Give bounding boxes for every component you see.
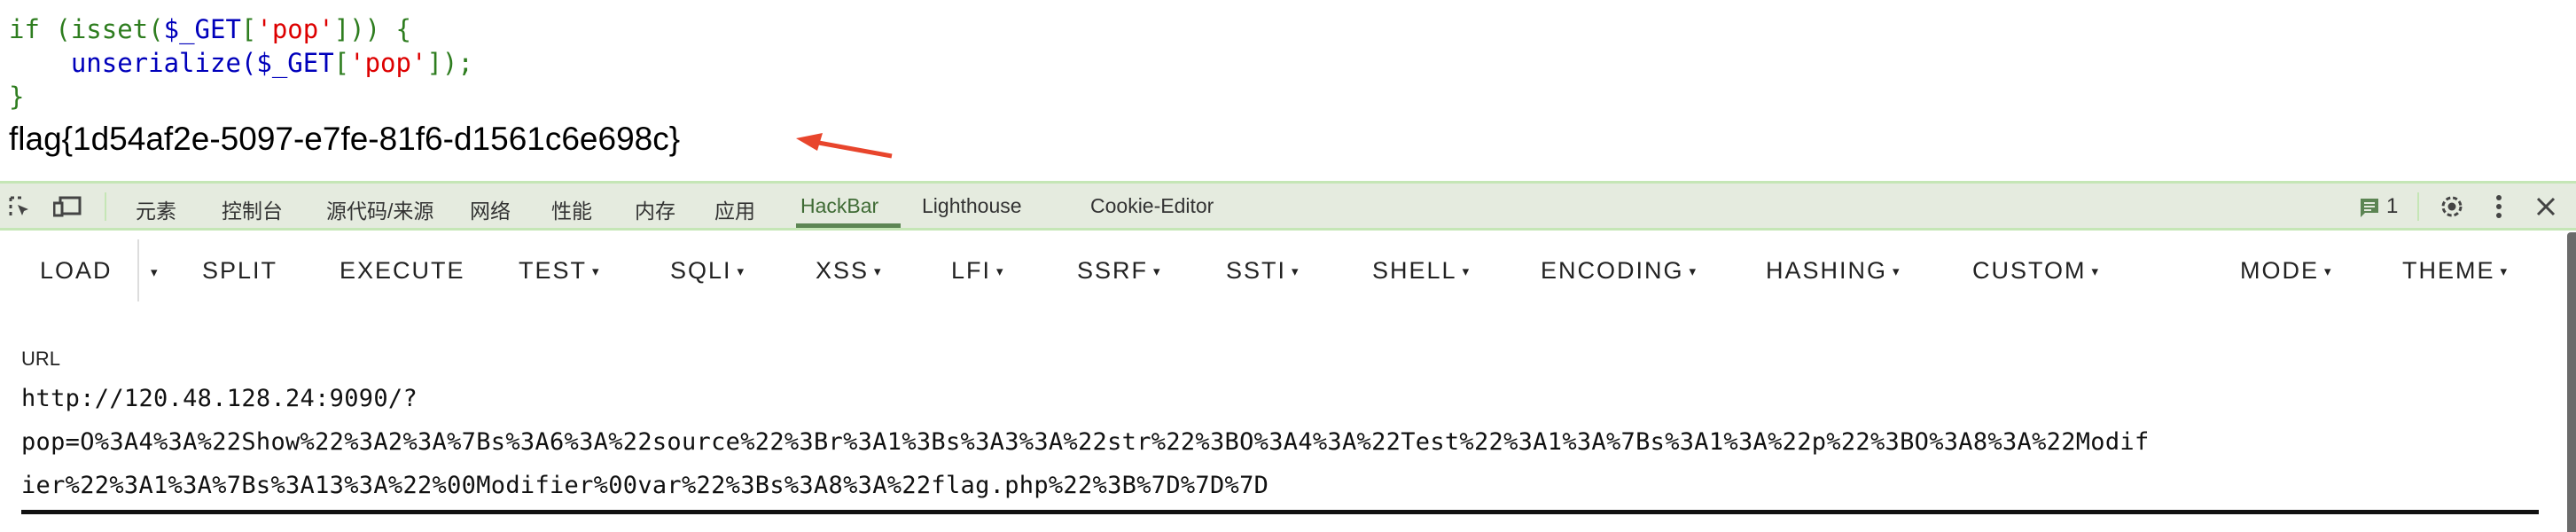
ssrf-label: SSRF bbox=[1077, 257, 1149, 284]
caret-down-icon: ▾ bbox=[592, 264, 599, 279]
code-line-3: } bbox=[9, 82, 25, 112]
code-string: 'pop' bbox=[256, 14, 334, 44]
url-line: http://120.48.128.24:9090/? bbox=[21, 385, 418, 412]
caret-down-icon: ▾ bbox=[1689, 264, 1697, 279]
caret-down-icon: ▾ bbox=[1292, 264, 1299, 279]
url-label: URL bbox=[21, 348, 61, 370]
caret-down-icon: ▾ bbox=[2091, 264, 2099, 279]
settings-gear-icon[interactable] bbox=[2438, 192, 2466, 221]
caret-down-icon: ▾ bbox=[2500, 264, 2508, 279]
mode-menu[interactable]: MODE ▾ bbox=[2240, 257, 2331, 285]
tab-elements[interactable]: 元素 bbox=[136, 194, 176, 224]
custom-menu[interactable]: CUSTOM ▾ bbox=[1972, 257, 2098, 285]
more-options-icon[interactable] bbox=[2493, 194, 2505, 221]
tab-hackbar[interactable]: HackBar bbox=[800, 194, 878, 218]
code-bracket: ])) { bbox=[333, 14, 412, 44]
encoding-menu[interactable]: ENCODING ▾ bbox=[1541, 257, 1696, 285]
xss-label: XSS bbox=[816, 257, 870, 284]
sqli-label: SQLI bbox=[670, 257, 732, 284]
url-line: pop=O%3A4%3A%22Show%22%3A2%3A%7Bs%3A6%3A… bbox=[21, 428, 2150, 456]
ssrf-menu[interactable]: SSRF ▾ bbox=[1077, 257, 1160, 285]
caret-down-icon: ▾ bbox=[1153, 264, 1160, 279]
message-icon[interactable] bbox=[2360, 198, 2381, 219]
hashing-label: HASHING bbox=[1766, 257, 1888, 284]
load-dropdown-caret[interactable]: ▾ bbox=[151, 264, 160, 280]
inspect-element-icon[interactable] bbox=[9, 196, 32, 219]
code-line-1: if (isset($_GET['pop'])) { bbox=[9, 12, 411, 46]
test-menu[interactable]: TEST ▾ bbox=[519, 257, 599, 285]
red-arrow-annotation bbox=[796, 133, 893, 159]
ssti-label: SSTI bbox=[1226, 257, 1287, 284]
lfi-label: LFI bbox=[951, 257, 992, 284]
caret-down-icon: ▾ bbox=[737, 264, 745, 279]
tab-lighthouse[interactable]: Lighthouse bbox=[922, 194, 1022, 218]
tab-network[interactable]: 网络 bbox=[470, 194, 511, 224]
code-variable: $_GET bbox=[256, 48, 334, 78]
message-count[interactable]: 1 bbox=[2386, 194, 2398, 219]
encoding-label: ENCODING bbox=[1541, 257, 1684, 284]
flag-output: flag{1d54af2e-5097-e7fe-81f6-d1561c6e698… bbox=[9, 121, 681, 157]
theme-label: THEME bbox=[2402, 257, 2495, 284]
code-variable: $_GET bbox=[163, 14, 241, 44]
theme-menu[interactable]: THEME ▾ bbox=[2402, 257, 2507, 285]
tab-console[interactable]: 控制台 bbox=[222, 194, 283, 224]
divider bbox=[2417, 192, 2419, 221]
url-line: ier%22%3A1%3A%7Bs%3A13%3A%22%00Modifier%… bbox=[21, 472, 1269, 499]
active-tab-indicator bbox=[796, 223, 901, 228]
code-bracket: [ bbox=[333, 48, 350, 78]
caret-down-icon: ▾ bbox=[1893, 264, 1900, 279]
split-button[interactable]: SPLIT bbox=[202, 257, 277, 285]
caret-down-icon: ▾ bbox=[1462, 264, 1470, 279]
tab-memory[interactable]: 内存 bbox=[635, 194, 675, 224]
hashing-menu[interactable]: HASHING ▾ bbox=[1766, 257, 1900, 285]
ssti-menu[interactable]: SSTI ▾ bbox=[1226, 257, 1299, 285]
code-line-2: unserialize($_GET['pop']); bbox=[9, 46, 473, 80]
url-field-underline bbox=[21, 510, 2539, 514]
code-bracket: [ bbox=[240, 14, 257, 44]
device-toolbar-icon[interactable] bbox=[53, 196, 83, 219]
shell-label: SHELL bbox=[1372, 257, 1457, 284]
custom-label: CUSTOM bbox=[1972, 257, 2087, 284]
caret-down-icon: ▾ bbox=[996, 264, 1003, 279]
execute-button[interactable]: EXECUTE bbox=[340, 257, 465, 285]
code-bracket: ]); bbox=[426, 48, 473, 78]
tab-sources[interactable]: 源代码/来源 bbox=[326, 194, 433, 224]
lfi-menu[interactable]: LFI ▾ bbox=[951, 257, 1003, 285]
tab-performance[interactable]: 性能 bbox=[551, 194, 592, 224]
divider bbox=[105, 192, 106, 221]
caret-down-icon: ▾ bbox=[2324, 264, 2331, 279]
divider bbox=[137, 239, 139, 301]
code-keyword: if (isset( bbox=[9, 14, 164, 44]
shell-menu[interactable]: SHELL ▾ bbox=[1372, 257, 1469, 285]
tab-application[interactable]: 应用 bbox=[714, 194, 755, 224]
xss-menu[interactable]: XSS ▾ bbox=[816, 257, 881, 285]
sqli-menu[interactable]: SQLI ▾ bbox=[670, 257, 744, 285]
scrollbar[interactable] bbox=[2567, 232, 2576, 532]
test-label: TEST bbox=[519, 257, 588, 284]
code-string: 'pop' bbox=[349, 48, 427, 78]
tab-cookie-editor[interactable]: Cookie-Editor bbox=[1090, 194, 1214, 218]
devtools-tab-bar: 元素 控制台 源代码/来源 网络 性能 内存 应用 HackBar Lighth… bbox=[0, 181, 2576, 231]
caret-down-icon: ▾ bbox=[874, 264, 881, 279]
code-function: unserialize( bbox=[70, 48, 257, 78]
mode-label: MODE bbox=[2240, 257, 2319, 284]
load-button[interactable]: LOAD bbox=[40, 257, 113, 285]
close-icon[interactable] bbox=[2535, 196, 2556, 217]
